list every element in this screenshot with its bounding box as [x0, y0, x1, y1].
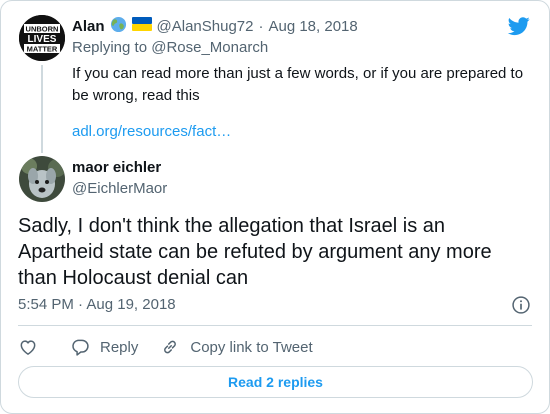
avatar-word-3: MATTER	[27, 45, 58, 54]
tweet-date: Aug 19, 2018	[86, 296, 176, 313]
replying-to-handle[interactable]: @Rose_Monarch	[151, 39, 268, 56]
tweet-text: Sadly, I don't think the allegation that…	[18, 215, 492, 289]
read-replies-button[interactable]: Read 2 replies	[18, 366, 533, 398]
speech-bubble-icon	[72, 339, 89, 356]
parent-tweet-header: Alan @AlanShug72 · Aug 18, 2018	[72, 16, 358, 36]
parent-date[interactable]: Aug 18, 2018	[268, 18, 357, 35]
author-handle[interactable]: @EichlerMaor	[72, 180, 167, 197]
copy-link-button[interactable]: Copy link to Tweet	[160, 337, 313, 357]
replying-to-label: Replying to	[72, 39, 148, 56]
parent-author-name[interactable]: Alan	[72, 18, 105, 35]
parent-tweet-text: If you can read more than just a few wor…	[72, 65, 524, 104]
replying-to-line: Replying to @Rose_Monarch	[72, 39, 268, 56]
avatar-word-1: UNBORN	[26, 25, 59, 34]
parent-handle[interactable]: @AlanShug72	[157, 18, 254, 35]
tweet-actions: Reply Copy link to Tweet	[18, 335, 313, 359]
thread-connector-line	[41, 65, 43, 153]
avatar-word-2: LIVES	[28, 34, 57, 45]
tweet-card: UNBORN LIVES MATTER Alan @AlanShug72 · A…	[0, 0, 550, 414]
ukraine-flag-emoji-icon	[131, 17, 152, 35]
author-avatar[interactable]	[19, 156, 65, 202]
link-icon	[164, 340, 177, 354]
reply-label: Reply	[100, 338, 139, 356]
twitter-bird-icon[interactable]	[507, 15, 531, 37]
like-button[interactable]	[18, 337, 38, 357]
parent-tweet-link[interactable]: adl.org/resources/fact…	[72, 123, 231, 140]
globe-emoji-icon	[110, 16, 127, 37]
reply-button[interactable]: Reply	[70, 337, 138, 357]
copy-link-label: Copy link to Tweet	[190, 338, 313, 356]
unborn-lives-matter-logo: UNBORN LIVES MATTER	[19, 15, 65, 61]
info-icon[interactable]	[511, 295, 531, 315]
tweet-time: 5:54 PM	[18, 296, 74, 313]
dog-photo-avatar	[19, 156, 65, 202]
divider	[18, 325, 532, 326]
separator-dot: ·	[258, 17, 264, 35]
heart-icon	[20, 340, 36, 355]
author-name[interactable]: maor eichler	[72, 159, 161, 176]
parent-author-avatar[interactable]: UNBORN LIVES MATTER	[19, 15, 65, 61]
tweet-timestamp[interactable]: 5:54 PM · Aug 19, 2018	[18, 296, 176, 313]
